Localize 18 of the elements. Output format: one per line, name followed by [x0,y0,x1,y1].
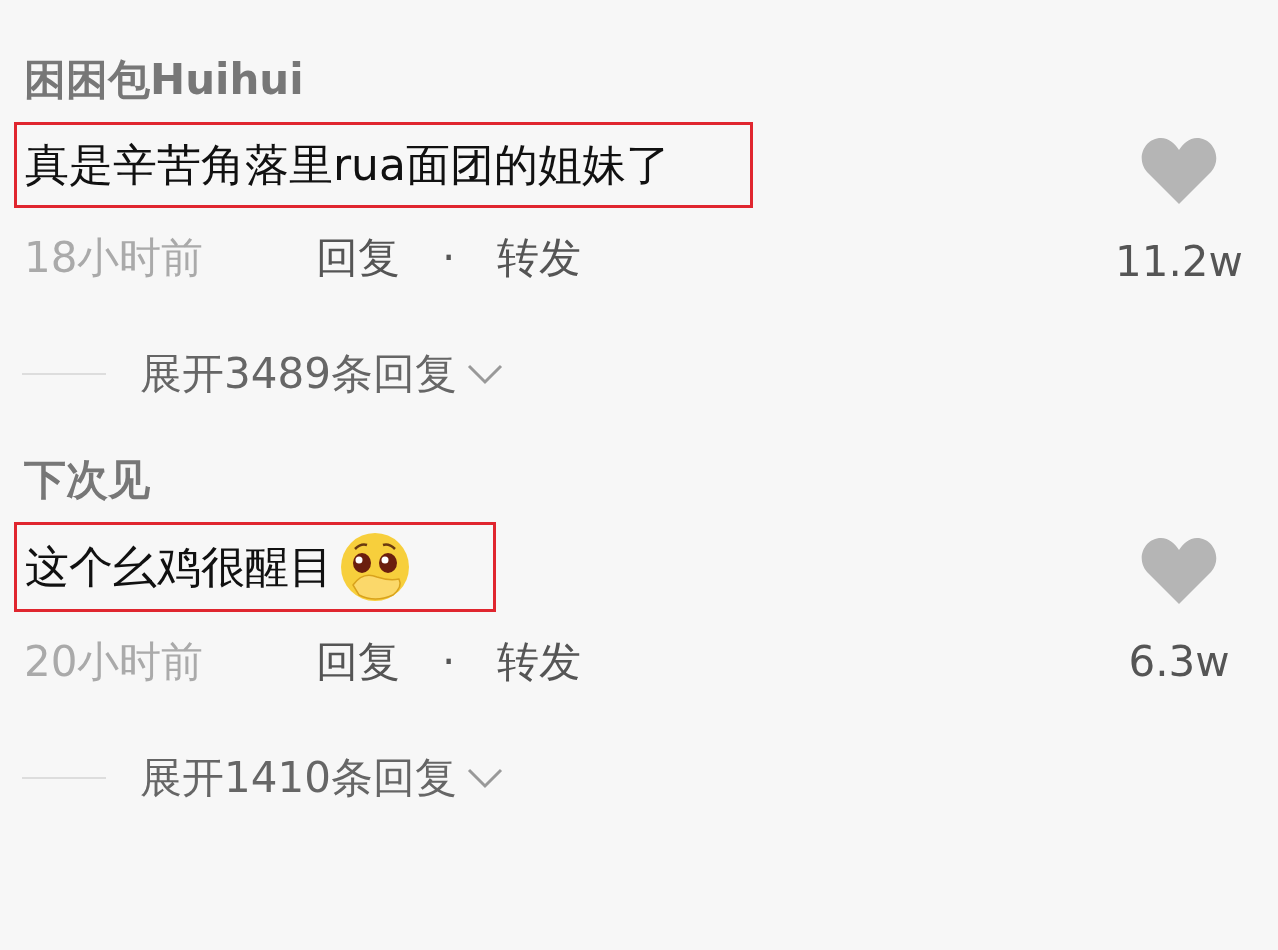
username[interactable]: 困困包Huihui [24,52,304,108]
expand-replies-link[interactable]: 展开1410条回复 [140,748,457,808]
timestamp: 20小时前 [24,636,205,688]
expand-replies-link[interactable]: 展开3489条回复 [140,344,457,404]
comment-text: 这个幺鸡很醒目 [25,540,333,594]
timestamp: 18小时前 [24,232,205,284]
forward-link[interactable]: 转发 [497,228,582,288]
forward-link[interactable]: 转发 [497,632,582,692]
comment-text: 真是辛苦角落里rua面团的姐妹了 [25,138,670,192]
username[interactable]: 下次见 [24,452,150,508]
like-count: 11.2w [1115,236,1243,288]
reply-link[interactable]: 回复 [316,632,400,692]
heart-icon[interactable] [1139,536,1219,606]
like-count: 6.3w [1128,636,1230,688]
separator-dot: · [442,232,456,284]
separator-dot: · [442,636,456,688]
heart-icon[interactable] [1139,136,1219,206]
reply-link[interactable]: 回复 [316,228,400,288]
